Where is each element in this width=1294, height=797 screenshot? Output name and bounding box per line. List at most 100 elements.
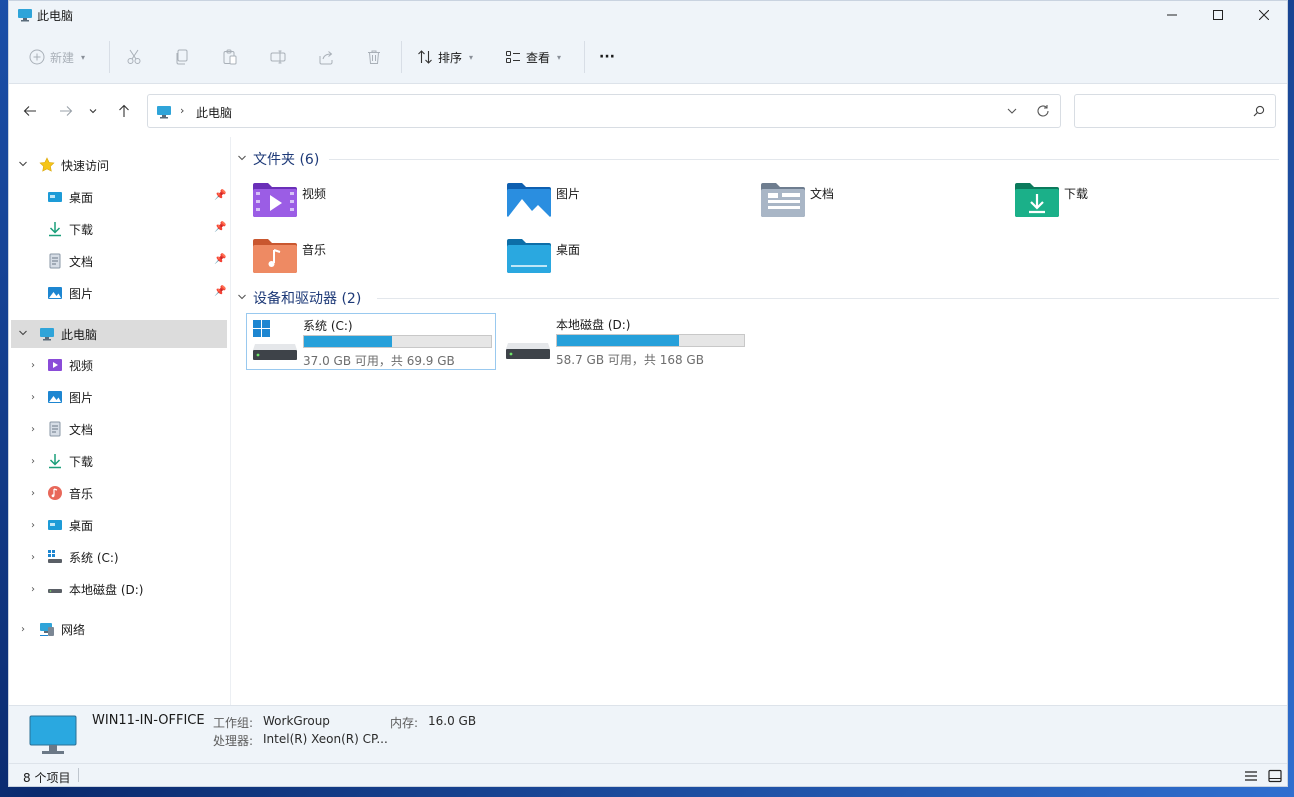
trash-icon [368,50,380,64]
large-icons-view-icon[interactable] [1267,768,1283,784]
sidebar-item-drive-d[interactable]: › 本地磁盘 (D:) [9,575,229,603]
sidebar-item-quick-pictures[interactable]: 图片 📌 [9,279,229,307]
folders-group-header[interactable]: 文件夹 (6) [237,149,1279,169]
music-folder-icon [253,239,297,273]
drives-group-title: 设备和驱动器 (2) [253,291,362,307]
chevron-right-icon[interactable]: › [27,520,39,531]
chevron-down-icon[interactable] [17,328,29,341]
breadcrumb-separator[interactable]: › [180,104,184,117]
chevron-right-icon[interactable]: › [27,392,39,403]
sidebar-item-label: 图片 [69,390,94,405]
pc-name: WIN11-IN-OFFICE [92,713,205,728]
music-icon [48,486,62,500]
folder-tile-music[interactable]: 音乐 [252,235,492,287]
folder-tile-documents[interactable]: 文档 [760,179,1000,231]
sidebar-item-label: 文档 [69,254,94,269]
chevron-right-icon[interactable]: › [27,456,39,467]
delete-button[interactable] [366,46,382,68]
sidebar-item-pictures[interactable]: › 图片 [9,383,229,411]
drives-group-header[interactable]: 设备和驱动器 (2) [237,288,1279,308]
sidebar-item-label: 下载 [69,222,94,237]
command-bar: 新建 ▾ 排序 ▾ 查看 ▾ ··· [9,29,1287,84]
star-icon [39,157,55,172]
document-icon [49,421,61,437]
new-button[interactable]: 新建 ▾ [29,46,85,68]
status-divider [78,768,79,782]
chevron-right-icon[interactable]: › [17,624,29,635]
close-button[interactable] [1241,1,1287,29]
sidebar-item-quick-documents[interactable]: 文档 📌 [9,247,229,275]
title-bar: 此电脑 [9,1,1287,29]
chevron-right-icon[interactable]: › [27,360,39,371]
scissors-icon [127,49,141,64]
breadcrumb-this-pc[interactable]: 此电脑 [196,104,232,121]
sidebar-item-downloads[interactable]: › 下载 [9,447,229,475]
refresh-icon[interactable] [1036,104,1050,118]
maximize-button[interactable] [1195,1,1241,29]
details-view-icon[interactable] [1243,768,1259,784]
chevron-down-icon[interactable] [237,292,247,305]
sidebar-item-quick-downloads[interactable]: 下载 📌 [9,215,229,243]
view-button[interactable]: 查看 ▾ [505,46,561,68]
up-button[interactable] [115,102,133,120]
back-button[interactable] [21,102,39,120]
folder-tile-videos[interactable]: 视频 [252,179,492,231]
chevron-down-icon: ▾ [469,52,474,62]
paste-button[interactable] [222,46,238,68]
more-options-button[interactable]: ··· [599,46,615,68]
sidebar-item-label: 文档 [69,422,94,437]
cpu-key: 处理器: [213,734,254,748]
computer-icon [40,328,54,341]
pin-icon: 📌 [214,286,227,297]
cut-button[interactable] [126,46,142,68]
folder-tile-label: 图片 [556,187,581,201]
sidebar-item-desktop[interactable]: › 桌面 [9,511,229,539]
chevron-down-icon[interactable] [1006,105,1018,117]
address-bar[interactable]: › 此电脑 [147,94,1061,128]
copy-button[interactable] [174,46,190,68]
chevron-down-icon[interactable] [237,153,247,166]
sidebar-item-drive-c[interactable]: › 系统 (C:) [9,543,229,571]
folder-tile-label: 桌面 [556,243,581,257]
drive-tile-c[interactable]: 系统 (C:) 37.0 GB 可用，共 69.9 GB [246,313,496,370]
recent-locations-button[interactable] [87,102,99,120]
folder-tile-desktop[interactable]: 桌面 [506,235,746,287]
drive-label: 本地磁盘 (D:) [556,318,631,332]
sidebar-item-videos[interactable]: › 视频 [9,351,229,379]
desktop-folder-icon [507,239,551,273]
computer-icon [18,9,32,22]
sort-button[interactable]: 排序 ▾ [417,46,473,68]
network-icon [40,623,54,636]
folder-tile-pictures[interactable]: 图片 [506,179,746,231]
chevron-right-icon[interactable]: › [27,584,39,595]
paste-icon [223,49,237,65]
sidebar-item-quick-desktop[interactable]: 桌面 📌 [9,183,229,211]
picture-icon [48,391,62,403]
chevron-right-icon[interactable]: › [27,488,39,499]
drive-tile-d[interactable]: 本地磁盘 (D:) 58.7 GB 可用，共 168 GB [500,313,750,370]
forward-button[interactable] [57,102,75,120]
sidebar-item-label: 本地磁盘 (D:) [69,582,144,597]
arrow-right-icon [60,106,73,116]
chevron-down-icon [89,109,97,114]
chevron-right-icon[interactable]: › [27,424,39,435]
sidebar-item-quick-access[interactable]: 快速访问 [9,151,229,179]
sort-label: 排序 [438,50,463,65]
sidebar-item-this-pc[interactable]: 此电脑 [11,320,227,348]
share-button[interactable] [318,46,334,68]
rename-button[interactable] [270,46,286,68]
chevron-right-icon[interactable]: › [27,552,39,563]
sidebar-item-documents[interactable]: › 文档 [9,415,229,443]
minimize-button[interactable] [1149,1,1195,29]
chevron-down-icon[interactable] [17,159,29,172]
pin-icon: 📌 [214,190,227,201]
cpu-value: Intel(R) Xeon(R) CP... [263,732,388,746]
folder-tile-downloads[interactable]: 下载 [1014,179,1254,231]
new-label: 新建 [50,50,75,65]
sidebar-item-music[interactable]: › 音乐 [9,479,229,507]
sidebar-item-label: 此电脑 [61,327,98,342]
close-icon [1259,10,1269,20]
minimize-icon [1167,14,1177,16]
sidebar-item-network[interactable]: › 网络 [9,615,229,643]
search-input[interactable] [1074,94,1276,128]
